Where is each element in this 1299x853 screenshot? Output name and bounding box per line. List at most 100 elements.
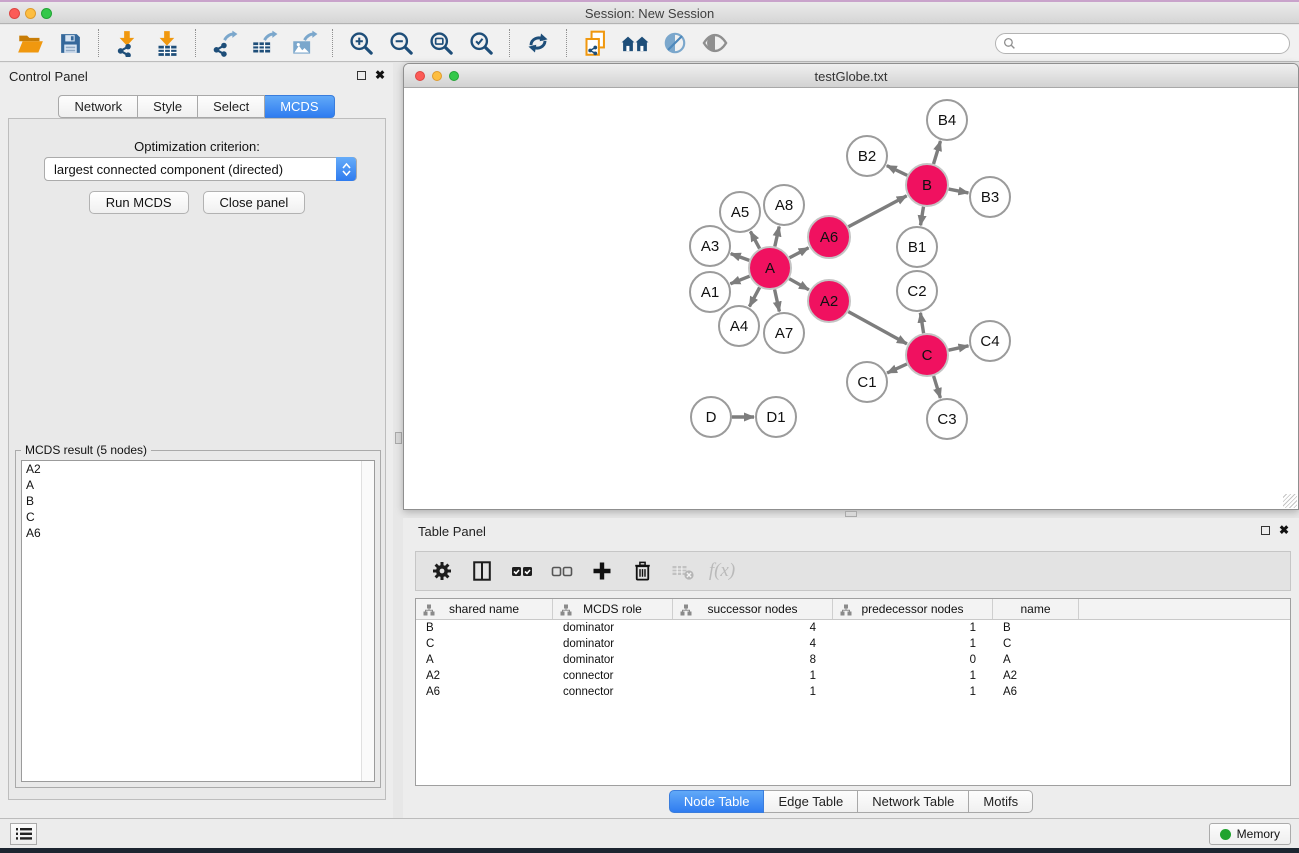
graph-edge-A-A5[interactable] bbox=[750, 231, 759, 248]
cell-successor-nodes[interactable]: 1 bbox=[673, 670, 833, 682]
import-network-icon[interactable] bbox=[107, 27, 147, 59]
column-header-MCDS-role[interactable]: MCDS role bbox=[553, 599, 673, 619]
apply-layout-icon[interactable] bbox=[615, 27, 655, 59]
mcds-result-item[interactable]: B bbox=[22, 493, 374, 509]
graph-node-C3[interactable]: C3 bbox=[927, 399, 967, 439]
run-mcds-button[interactable]: Run MCDS bbox=[89, 191, 189, 214]
mcds-result-list[interactable]: A2ABCA6 bbox=[21, 460, 375, 782]
cell-MCDS-role[interactable]: connector bbox=[553, 686, 673, 698]
export-image-icon[interactable] bbox=[284, 27, 324, 59]
graph-edge-A-A4[interactable] bbox=[749, 287, 759, 306]
tab-style[interactable]: Style bbox=[138, 95, 198, 118]
graph-edge-B-B1[interactable] bbox=[921, 207, 924, 226]
cell-shared-name[interactable]: A6 bbox=[416, 686, 553, 698]
table-row[interactable]: Bdominator41B bbox=[416, 620, 1290, 636]
graph-node-B1[interactable]: B1 bbox=[897, 227, 937, 267]
graph-node-A7[interactable]: A7 bbox=[764, 313, 804, 353]
node-table[interactable]: shared nameMCDS rolesuccessor nodesprede… bbox=[415, 598, 1291, 786]
cell-shared-name[interactable]: A bbox=[416, 654, 553, 666]
table-row[interactable]: A6connector11A6 bbox=[416, 684, 1290, 700]
cell-predecessor-nodes[interactable]: 1 bbox=[833, 686, 993, 698]
zoom-in-icon[interactable] bbox=[341, 27, 381, 59]
graph-node-C2[interactable]: C2 bbox=[897, 271, 937, 311]
close-panel-button[interactable]: Close panel bbox=[203, 191, 306, 214]
tab-network[interactable]: Network bbox=[58, 95, 138, 118]
graph-node-C1[interactable]: C1 bbox=[847, 362, 887, 402]
table-row[interactable]: Adominator80A bbox=[416, 652, 1290, 668]
graph-node-B3[interactable]: B3 bbox=[970, 177, 1010, 217]
window-resize-grip[interactable] bbox=[1283, 494, 1297, 508]
network-canvas[interactable]: AA1A2A3A4A5A6A7A8BB1B2B3B4CC1C2C3C4DD1 bbox=[404, 88, 1298, 509]
column-visibility-icon[interactable] bbox=[464, 555, 500, 587]
graph-node-A6[interactable]: A6 bbox=[808, 216, 850, 258]
graph-node-B4[interactable]: B4 bbox=[927, 100, 967, 140]
graph-node-C4[interactable]: C4 bbox=[970, 321, 1010, 361]
cell-MCDS-role[interactable]: dominator bbox=[553, 622, 673, 634]
column-header-successor-nodes[interactable]: successor nodes bbox=[673, 599, 833, 619]
open-session-icon[interactable] bbox=[10, 27, 50, 59]
criterion-dropdown[interactable]: largest connected component (directed) bbox=[44, 157, 357, 181]
export-table-icon[interactable] bbox=[244, 27, 284, 59]
zoom-selected-icon[interactable] bbox=[461, 27, 501, 59]
mcds-result-item[interactable]: C bbox=[22, 509, 374, 525]
cell-name[interactable]: A bbox=[993, 654, 1079, 666]
copy-network-icon[interactable] bbox=[575, 27, 615, 59]
cell-predecessor-nodes[interactable]: 1 bbox=[833, 622, 993, 634]
graph-edge-A-A7[interactable] bbox=[775, 290, 780, 312]
graph-node-A5[interactable]: A5 bbox=[720, 192, 760, 232]
graph-edge-A-A1[interactable] bbox=[730, 276, 749, 284]
app-titlebar[interactable]: Session: New Session bbox=[0, 2, 1299, 24]
zoom-out-icon[interactable] bbox=[381, 27, 421, 59]
float-panel-icon[interactable] bbox=[357, 71, 366, 80]
cell-MCDS-role[interactable]: connector bbox=[553, 670, 673, 682]
network-view-window[interactable]: testGlobe.txt AA1A2A3A4A5A6A7A8BB1B2B3B4… bbox=[403, 63, 1299, 510]
tab-network-table[interactable]: Network Table bbox=[858, 790, 969, 813]
graph-edge-A-A8[interactable] bbox=[775, 227, 779, 247]
cell-successor-nodes[interactable]: 8 bbox=[673, 654, 833, 666]
column-header-shared-name[interactable]: shared name bbox=[416, 599, 553, 619]
vertical-splitter-handle[interactable] bbox=[395, 432, 402, 444]
cell-name[interactable]: A6 bbox=[993, 686, 1079, 698]
graph-node-A3[interactable]: A3 bbox=[690, 226, 730, 266]
table-row[interactable]: A2connector11A2 bbox=[416, 668, 1290, 684]
graph-node-A2[interactable]: A2 bbox=[808, 280, 850, 322]
cell-MCDS-role[interactable]: dominator bbox=[553, 638, 673, 650]
cell-name[interactable]: C bbox=[993, 638, 1079, 650]
tab-motifs[interactable]: Motifs bbox=[969, 790, 1033, 813]
add-column-icon[interactable] bbox=[584, 555, 620, 587]
mcds-result-item[interactable]: A2 bbox=[22, 461, 374, 477]
graph-node-A[interactable]: A bbox=[749, 247, 791, 289]
graph-edge-B-B2[interactable] bbox=[887, 166, 907, 176]
graph-edge-C-C2[interactable] bbox=[920, 313, 923, 334]
tab-node-table[interactable]: Node Table bbox=[669, 790, 765, 813]
mcds-result-item[interactable]: A6 bbox=[22, 525, 374, 541]
graph-node-C[interactable]: C bbox=[906, 334, 948, 376]
close-panel-icon[interactable]: ✖ bbox=[375, 70, 385, 80]
tab-edge-table[interactable]: Edge Table bbox=[764, 790, 858, 813]
task-history-button[interactable] bbox=[10, 823, 37, 845]
graph-edge-C-C1[interactable] bbox=[887, 364, 907, 373]
graph-node-B[interactable]: B bbox=[906, 164, 948, 206]
graph-edge-A-A3[interactable] bbox=[731, 254, 750, 261]
hide-graphics-details-icon[interactable] bbox=[655, 27, 695, 59]
save-session-icon[interactable] bbox=[50, 27, 90, 59]
cell-successor-nodes[interactable]: 1 bbox=[673, 686, 833, 698]
cell-predecessor-nodes[interactable]: 1 bbox=[833, 638, 993, 650]
cell-name[interactable]: A2 bbox=[993, 670, 1079, 682]
graph-node-D[interactable]: D bbox=[691, 397, 731, 437]
cell-shared-name[interactable]: A2 bbox=[416, 670, 553, 682]
float-table-panel-icon[interactable] bbox=[1261, 526, 1270, 535]
cell-MCDS-role[interactable]: dominator bbox=[553, 654, 673, 666]
mcds-result-item[interactable]: A bbox=[22, 477, 374, 493]
graph-node-B2[interactable]: B2 bbox=[847, 136, 887, 176]
graph-node-D1[interactable]: D1 bbox=[756, 397, 796, 437]
import-table-icon[interactable] bbox=[147, 27, 187, 59]
select-all-icon[interactable] bbox=[504, 555, 540, 587]
tab-select[interactable]: Select bbox=[198, 95, 265, 118]
settings-gear-icon[interactable] bbox=[424, 555, 460, 587]
search-input[interactable] bbox=[995, 33, 1290, 54]
zoom-fit-icon[interactable] bbox=[421, 27, 461, 59]
graph-edge-A-A6[interactable] bbox=[790, 248, 809, 258]
graph-edge-B-B4[interactable] bbox=[934, 141, 941, 164]
cell-shared-name[interactable]: C bbox=[416, 638, 553, 650]
